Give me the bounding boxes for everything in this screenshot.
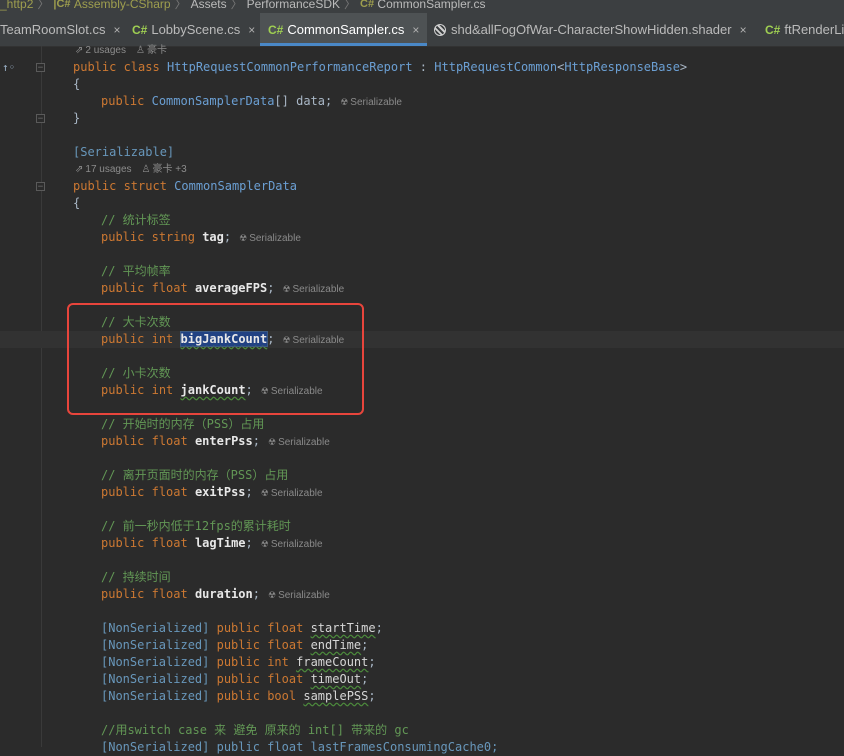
code-line-field[interactable]: public float duration; ☢ Serializable (101, 586, 330, 603)
fold-icon[interactable]: − (36, 182, 45, 192)
serializable-icon: ☢ (282, 284, 291, 294)
close-icon[interactable]: × (412, 23, 419, 37)
tab-teamroomslot[interactable]: TeamRoomSlot.cs × (0, 13, 121, 46)
tab-ftrenderli[interactable]: C# ftRenderLi (765, 13, 844, 46)
tab-lobbyscene[interactable]: C# LobbyScene.cs × (132, 13, 255, 46)
code-line-brace[interactable]: } (73, 110, 80, 127)
code-line-nonserialized[interactable]: [NonSerialized] public float endTime; (101, 637, 368, 654)
usages-icon: ⇗ (75, 45, 84, 56)
breadcrumb-separator-icon: 〉 (37, 0, 50, 11)
csharp-icon: C# (268, 23, 284, 37)
breadcrumb-item-folder[interactable]: PerformanceSDK (247, 0, 340, 10)
breadcrumb-item-project[interactable]: _http2 (0, 0, 33, 10)
code-line-field[interactable]: public float exitPss; ☢ Serializable (101, 484, 323, 501)
fold-icon[interactable]: − (36, 63, 45, 73)
breadcrumb-item-assembly[interactable]: Assembly-CSharp (74, 0, 171, 10)
code-comment[interactable]: // 开始时的内存（PSS）占用 (101, 416, 264, 433)
serializable-icon: ☢ (239, 233, 248, 243)
csharp-icon: C# (56, 0, 71, 10)
breadcrumb-separator-icon: 〉 (174, 0, 187, 11)
breadcrumb-separator-icon: 〉 (230, 0, 243, 11)
close-icon[interactable]: × (248, 23, 255, 37)
shader-icon (434, 24, 446, 36)
code-line-field[interactable]: public string tag; ☢ Serializable (101, 229, 301, 246)
tab-label: shd&allFogOfWar-CharacterShowHidden.shad… (451, 22, 732, 37)
code-line-brace[interactable]: { (73, 195, 80, 212)
code-line-class-decl[interactable]: public class HttpRequestCommonPerformanc… (73, 59, 687, 76)
editor-tab-bar: TeamRoomSlot.cs × C# LobbyScene.cs × C# Comm… (0, 13, 844, 47)
serializable-icon: ☢ (267, 590, 277, 600)
code-comment[interactable]: // 持续时间 (101, 569, 171, 586)
csharp-icon: C# (360, 0, 375, 10)
usages-hint[interactable]: ⇗ 17 usages ♙ 豪卡 +3 (75, 163, 187, 176)
code-line-nonserialized[interactable]: [NonSerialized] public float startTime; (101, 620, 383, 637)
tab-label: CommonSampler.cs (287, 22, 405, 37)
serializable-icon: ☢ (340, 97, 349, 107)
code-line-partial[interactable]: [NonSerialized] public float lastFramesC… (101, 739, 498, 756)
serializable-icon: ☢ (260, 539, 269, 549)
csharp-icon: C# (132, 23, 148, 37)
code-line-brace[interactable]: { (73, 76, 80, 93)
code-line-data-field[interactable]: public CommonSamplerData[] data; ☢ Seriali… (101, 93, 402, 110)
highlight-annotation-box (67, 303, 364, 415)
breadcrumb-separator-icon: 〉 (344, 0, 357, 11)
tab-label: LobbyScene.cs (151, 22, 241, 37)
csharp-icon: C# (765, 23, 781, 37)
code-line-field[interactable]: public float averageFPS; ☢ Serializable (101, 280, 344, 297)
implements-gutter-icon[interactable]: ↑◦ (2, 61, 15, 74)
fold-icon[interactable]: − (36, 114, 45, 124)
code-line-nonserialized[interactable]: [NonSerialized] public bool samplePSS; (101, 688, 376, 705)
code-line-field[interactable]: public float lagTime; ☢ Serializable (101, 535, 323, 552)
tab-commonsampler[interactable]: C# CommonSampler.cs × (260, 13, 427, 46)
serializable-icon: ☢ (267, 437, 277, 447)
user-icon: ♙ (135, 45, 145, 56)
code-comment[interactable]: // 平均帧率 (101, 263, 171, 280)
code-line-attribute[interactable]: [Serializable] (73, 144, 174, 161)
code-line-nonserialized[interactable]: [NonSerialized] public int frameCount; (101, 654, 376, 671)
user-icon: ♙ (141, 164, 151, 175)
code-comment[interactable]: // 前一秒内低于12fps的累计耗时 (101, 518, 291, 535)
code-comment[interactable]: // 统计标签 (101, 212, 171, 229)
breadcrumb-item-file[interactable]: CommonSampler.cs (377, 0, 485, 10)
code-line-nonserialized[interactable]: [NonSerialized] public float timeOut; (101, 671, 368, 688)
code-line-field[interactable]: public float enterPss; ☢ Serializable (101, 433, 330, 450)
gutter-divider (41, 46, 42, 747)
close-icon[interactable]: × (740, 23, 747, 37)
code-line-struct-decl[interactable]: public struct CommonSamplerData (73, 178, 297, 195)
serializable-icon: ☢ (260, 488, 269, 498)
usages-hint[interactable]: ⇗ 2 usages ♙ 豪卡 (75, 44, 167, 57)
tab-label: TeamRoomSlot.cs (0, 22, 106, 37)
breadcrumb: _http2 〉 |C# Assembly-CSharp 〉 Assets 〉 Perfor… (0, 0, 844, 13)
code-comment[interactable]: // 离开页面时的内存（PSS）占用 (101, 467, 288, 484)
code-comment[interactable]: //用switch case 来 避免 原来的 int[] 带来的 gc (101, 722, 409, 739)
close-icon[interactable]: × (113, 23, 120, 37)
breadcrumb-item-assets[interactable]: Assets (191, 0, 227, 10)
code-editor[interactable]: ↑◦ − − − ⇗ 2 usages ♙ 豪卡 public class HttpR… (0, 44, 844, 754)
tab-shader[interactable]: shd&allFogOfWar-CharacterShowHidden.shad… (434, 13, 747, 46)
usages-icon: ⇗ (75, 164, 84, 175)
tab-label: ftRenderLi (784, 22, 844, 37)
